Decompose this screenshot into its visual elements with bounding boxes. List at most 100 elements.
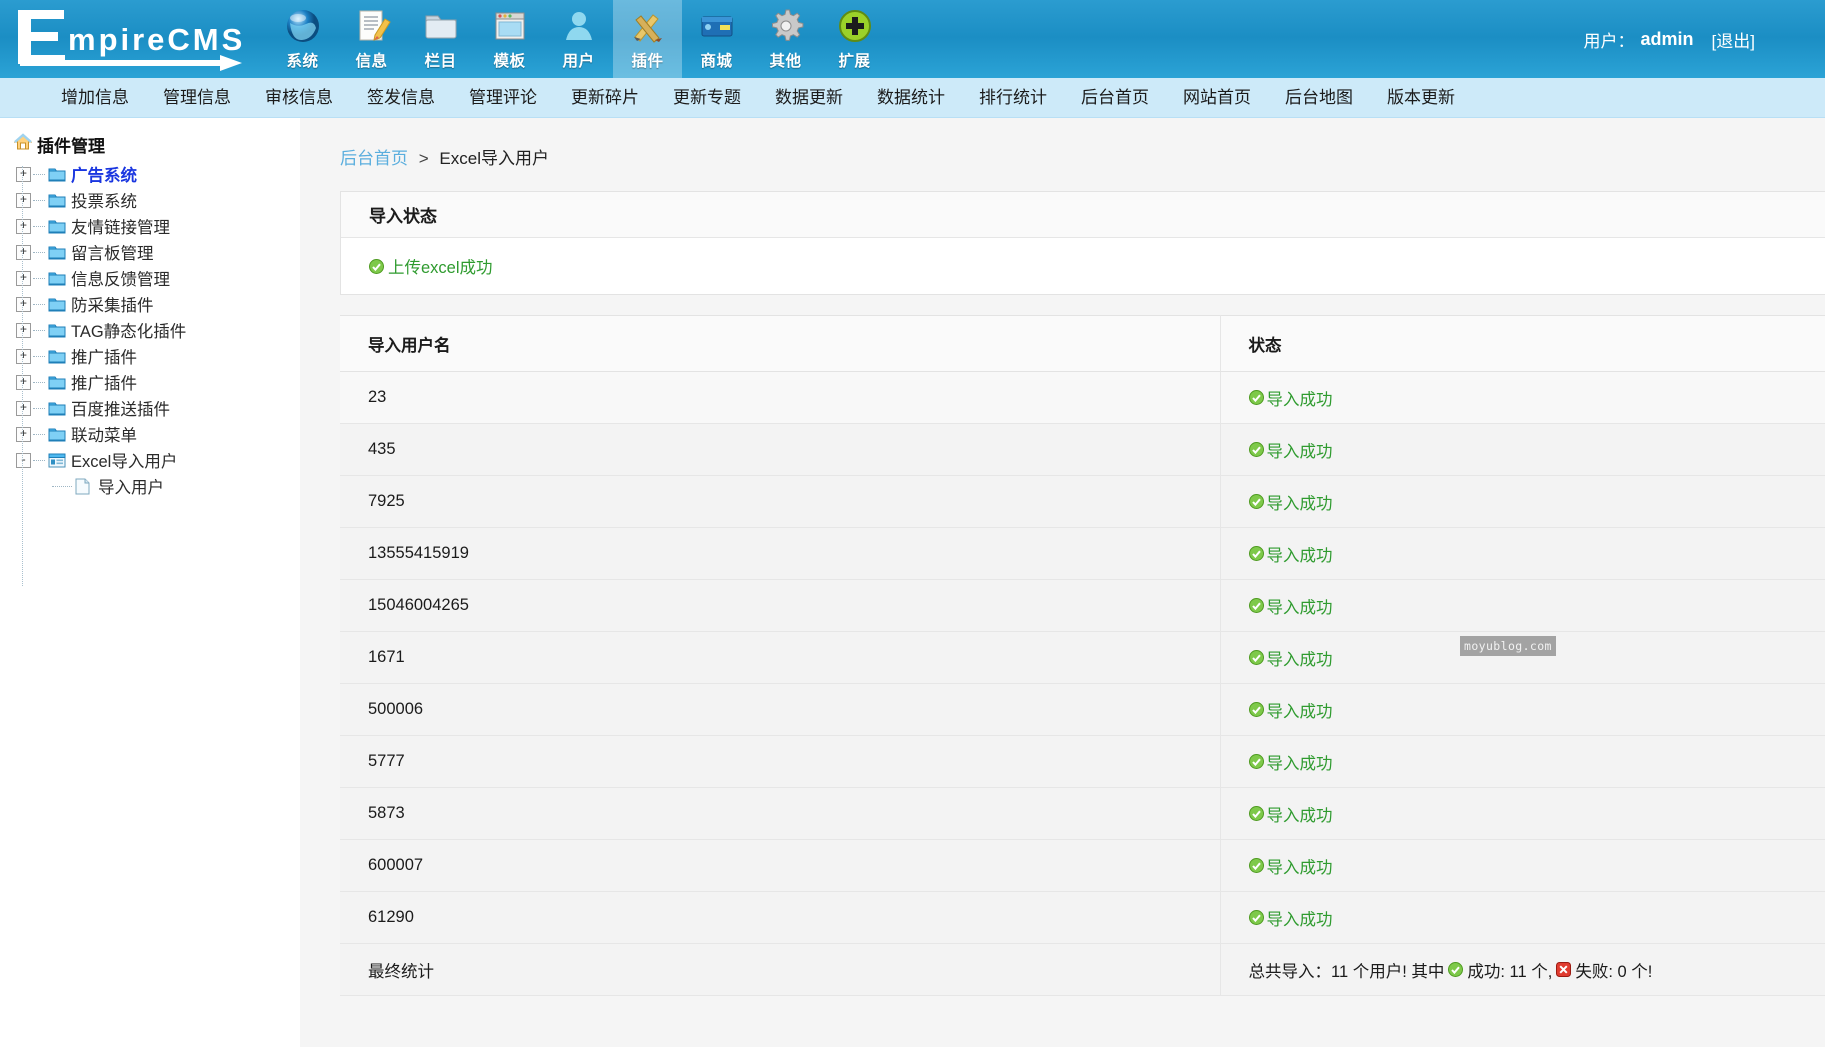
plugin-tree: + 广告系统 + 投票系统 +: [16, 161, 300, 499]
expand-toggle-icon[interactable]: +: [16, 193, 31, 208]
nav-item-plugin[interactable]: 插件: [613, 0, 682, 78]
tree-node-ad-system[interactable]: + 广告系统: [16, 161, 300, 187]
tree-connector: [33, 382, 45, 383]
tree-node-label: TAG静态化插件: [71, 318, 186, 342]
expand-toggle-icon[interactable]: +: [16, 375, 31, 390]
expand-toggle-icon[interactable]: +: [16, 245, 31, 260]
nav-item-mall[interactable]: 商城: [682, 0, 751, 78]
nav-item-user[interactable]: 用户: [544, 0, 613, 78]
cell-username: 7925: [340, 476, 1220, 528]
tree-node-label: 友情链接管理: [71, 214, 170, 238]
tree-node-vote-system[interactable]: + 投票系统: [16, 187, 300, 213]
expand-toggle-icon[interactable]: +: [16, 167, 31, 182]
main-content: 后台首页 > Excel导入用户 导入状态 上传excel成功 导入用户名 状态: [300, 118, 1825, 1047]
tree-connector: [33, 356, 45, 357]
success-check-icon: [369, 259, 384, 274]
table-row: 13555415919 导入成功: [340, 528, 1825, 580]
cell-username: 15046004265: [340, 580, 1220, 632]
subnav-site-home[interactable]: 网站首页: [1166, 78, 1268, 118]
tree-guide-line: [22, 166, 23, 586]
cell-status: 导入成功: [1220, 736, 1825, 788]
nav-item-system[interactable]: 系统: [268, 0, 337, 78]
status-text: 导入成功: [1267, 854, 1333, 878]
tree-node-excel-import-user[interactable]: - Excel导入用户: [16, 447, 300, 473]
nav-item-label: 其他: [769, 49, 801, 71]
tree-node-friendlink[interactable]: + 友情链接管理: [16, 213, 300, 239]
expand-toggle-icon[interactable]: +: [16, 219, 31, 234]
subnav-data-stats[interactable]: 数据统计: [860, 78, 962, 118]
expand-toggle-icon[interactable]: +: [16, 349, 31, 364]
expand-toggle-icon[interactable]: +: [16, 427, 31, 442]
subnav-version-update[interactable]: 版本更新: [1370, 78, 1472, 118]
column-header-username: 导入用户名: [340, 316, 1220, 372]
tree-node-promo-1[interactable]: + 推广插件: [16, 343, 300, 369]
empirecms-logo: mpireCMS: [0, 0, 250, 78]
collapse-toggle-icon[interactable]: -: [16, 453, 31, 468]
tree-node-import-user[interactable]: 导入用户: [52, 473, 300, 499]
tree-node-label: 留言板管理: [71, 240, 154, 264]
tree-node-label: 联动菜单: [71, 422, 137, 446]
nav-item-label: 商城: [700, 49, 732, 71]
tree-node-baidu-push[interactable]: + 百度推送插件: [16, 395, 300, 421]
status-text: 导入成功: [1267, 594, 1333, 618]
cell-status: 导入成功: [1220, 684, 1825, 736]
folder-icon: [48, 427, 66, 442]
subnav-update-fragment[interactable]: 更新碎片: [554, 78, 656, 118]
cell-status: 导入成功: [1220, 892, 1825, 944]
subnav-update-topic[interactable]: 更新专题: [656, 78, 758, 118]
tree-connector: [33, 434, 45, 435]
subnav-manage-info[interactable]: 管理信息: [146, 78, 248, 118]
home-icon: [14, 133, 32, 156]
tree-node-promo-2[interactable]: + 推广插件: [16, 369, 300, 395]
subnav-admin-map[interactable]: 后台地图: [1268, 78, 1370, 118]
cell-status: 导入成功: [1220, 840, 1825, 892]
success-check-icon: [1249, 910, 1264, 925]
folder-icon: [48, 375, 66, 390]
page-body: 插件管理 + 广告系统 + 投票系统 +: [0, 118, 1825, 1047]
success-check-icon: [1249, 494, 1264, 509]
tree-node-label: 信息反馈管理: [71, 266, 170, 290]
expand-toggle-icon[interactable]: +: [16, 323, 31, 338]
subnav-add-info[interactable]: 增加信息: [44, 78, 146, 118]
nav-item-template[interactable]: 模板: [475, 0, 544, 78]
status-text: 导入成功: [1267, 490, 1333, 514]
final-total-text: 总共导入：11 个用户! 其中: [1249, 958, 1445, 982]
status-text: 导入成功: [1267, 698, 1333, 722]
nav-item-info[interactable]: 信息: [337, 0, 406, 78]
tree-connector: [33, 408, 45, 409]
nav-item-extension[interactable]: 扩展: [820, 0, 889, 78]
nav-item-column[interactable]: 栏目: [406, 0, 475, 78]
success-check-icon: [1249, 806, 1264, 821]
nav-item-other[interactable]: 其他: [751, 0, 820, 78]
expand-toggle-icon[interactable]: +: [16, 271, 31, 286]
subnav-rank-stats[interactable]: 排行统计: [962, 78, 1064, 118]
cell-status: 导入成功: [1220, 476, 1825, 528]
tree-node-feedback[interactable]: + 信息反馈管理: [16, 265, 300, 291]
cell-username: 500006: [340, 684, 1220, 736]
cell-final-value: 总共导入：11 个用户! 其中 成功: 11 个, 失败: 0 个!: [1220, 944, 1825, 996]
expand-toggle-icon[interactable]: +: [16, 297, 31, 312]
breadcrumb-home-link[interactable]: 后台首页: [340, 149, 408, 168]
subnav-data-update[interactable]: 数据更新: [758, 78, 860, 118]
upload-status-text: 上传excel成功: [388, 254, 493, 278]
table-row: 5873 导入成功: [340, 788, 1825, 840]
subnav-review-info[interactable]: 审核信息: [248, 78, 350, 118]
user-name: admin: [1641, 29, 1694, 50]
tree-connector: [33, 252, 45, 253]
tree-connector: [33, 226, 45, 227]
page-icon: [75, 478, 93, 495]
subnav-publish-info[interactable]: 签发信息: [350, 78, 452, 118]
tree-node-guestbook[interactable]: + 留言板管理: [16, 239, 300, 265]
cell-username: 13555415919: [340, 528, 1220, 580]
tree-node-tag-static[interactable]: + TAG静态化插件: [16, 317, 300, 343]
expand-toggle-icon[interactable]: +: [16, 401, 31, 416]
table-row: 23 导入成功: [340, 372, 1825, 424]
panel-status-row: 上传excel成功: [341, 238, 1825, 294]
folder-icon: [48, 323, 66, 338]
tree-node-anticollect[interactable]: + 防采集插件: [16, 291, 300, 317]
tree-node-linked-menu[interactable]: + 联动菜单: [16, 421, 300, 447]
tree-node-label: 推广插件: [71, 344, 137, 368]
subnav-manage-comments[interactable]: 管理评论: [452, 78, 554, 118]
subnav-admin-home[interactable]: 后台首页: [1064, 78, 1166, 118]
logout-link[interactable]: [退出]: [1712, 27, 1755, 52]
